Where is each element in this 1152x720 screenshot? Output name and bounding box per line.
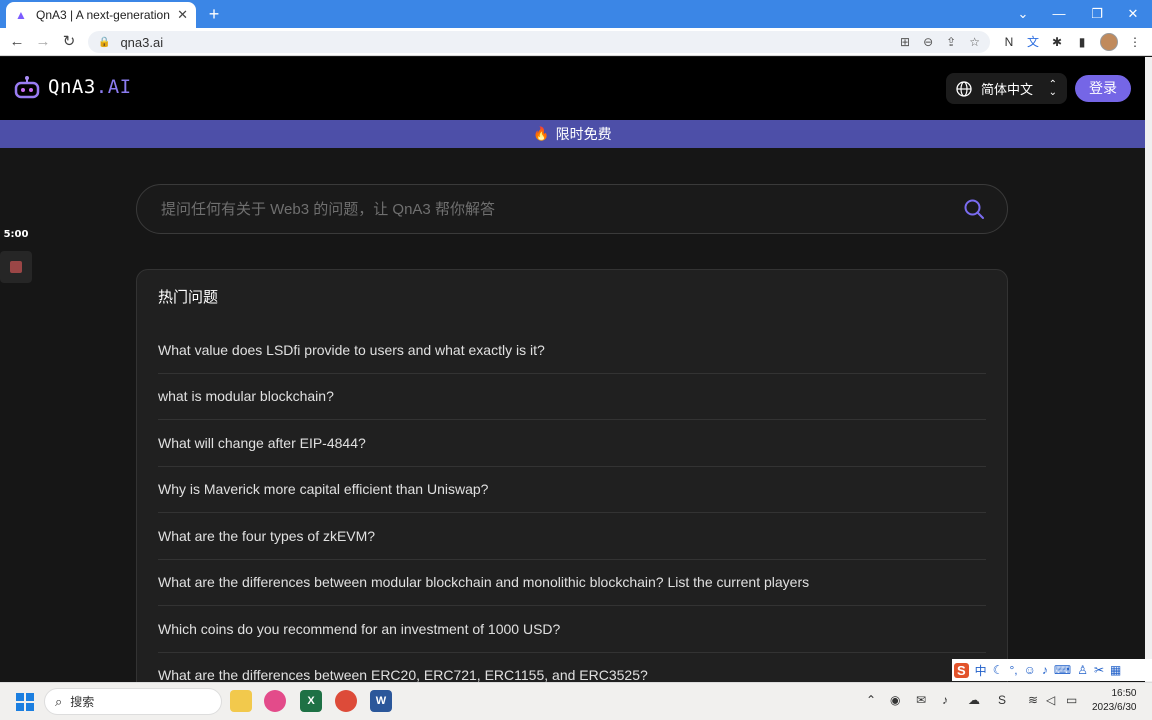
ime-toolbar: S 中 ☾ °, ☺ ♪ ⌨ ♙ ✂ ▦ [952,659,1152,681]
zoom-icon[interactable]: ⊖ [923,35,933,49]
word-icon[interactable]: W [370,690,392,712]
question-item[interactable]: What will change after EIP-4844? [158,420,986,467]
question-item[interactable]: What are the differences between ERC20, … [158,653,986,682]
bookmark-star-icon[interactable]: ☆ [969,35,980,49]
close-window-button[interactable]: ✕ [1114,0,1152,28]
browser-tab[interactable]: ▲ QnA3 | A next-generation data ✕ [6,2,196,28]
promo-banner: 🔥 限时免费 [0,120,1145,148]
keyboard-icon[interactable]: ⌨ [1054,663,1071,677]
share-icon[interactable]: ⇪ [946,35,956,49]
volume-icon[interactable]: ◁ [1046,693,1055,707]
stop-icon [10,261,22,273]
microphone-icon[interactable]: ♪ [1042,663,1048,677]
profile-avatar[interactable] [1100,33,1118,51]
url-text: qna3.ai [120,34,164,50]
sogou-tray-icon[interactable]: S [998,693,1006,707]
tab-search-icon[interactable]: ⌄ [1004,0,1042,28]
question-item[interactable]: Which coins do you recommend for an inve… [158,606,986,653]
question-search-input[interactable] [159,199,963,219]
search-icon[interactable] [963,198,985,220]
language-label: 简体中文 [981,82,1034,97]
question-item[interactable]: What value does LSDfi provide to users a… [158,327,986,374]
browser-toolbar: ← → ↻ 🔒 qna3.ai ⊞ ⊖ ⇪ ☆ N 文 ✱ ▮ ⋮ [0,28,1152,56]
question-item[interactable]: What are the differences between modular… [158,560,986,606]
skin-icon[interactable]: ✂ [1094,663,1104,677]
wechat-icon[interactable]: ✉ [916,693,926,707]
language-select[interactable]: 简体中文 ⌃ ⌄ [946,73,1067,104]
site-header: QnA3.AI 简体中文 ⌃ ⌄ 登录 [0,57,1145,120]
excel-icon[interactable]: X [300,690,322,712]
sogou-ime-icon[interactable]: S [954,662,969,678]
back-icon[interactable]: ← [7,32,27,52]
onedrive-icon[interactable]: ☁ [968,693,980,707]
hot-questions-title: 热门问题 [158,289,219,306]
grid-icon[interactable]: ▦ [1110,663,1121,677]
side-panel-icon[interactable]: ▮ [1073,33,1091,51]
magnifier-icon: ⌕ [55,693,63,709]
site-favicon-icon: ▲ [15,8,27,22]
question-item[interactable]: What are the four types of zkEVM? [158,513,986,560]
steam-icon[interactable]: ◉ [890,693,900,707]
menu-kebab-icon[interactable]: ⋮ [1126,33,1144,51]
clock-date: 2023/6/30 [1092,702,1137,713]
stop-recording-button[interactable] [0,251,32,283]
wifi-icon[interactable]: ≋ [1028,693,1038,707]
punctuation-icon[interactable]: °, [1009,663,1017,677]
hot-questions-panel: 热门问题 What value does LSDfi provide to us… [136,269,1008,682]
moon-icon[interactable]: ☾ [993,663,1004,677]
new-tab-button[interactable]: + [204,4,224,24]
ime-language-toggle[interactable]: 中 [975,662,987,679]
battery-icon[interactable]: ▭ [1066,693,1077,707]
minimize-button[interactable]: — [1040,0,1078,28]
taskbar-search-label: 搜索 [70,695,95,709]
login-button[interactable]: 登录 [1075,75,1131,102]
search-box [136,184,1008,234]
windows-start-icon[interactable] [16,693,34,711]
main-content: 热门问题 What value does LSDfi provide to us… [0,148,1145,682]
chrome-icon[interactable] [335,690,357,712]
windows-taskbar: ⌕ 搜索 X W ⌃ ◉ ✉ ♪ ☁ S ≋ ◁ ▭ 16:50 2023/6/… [0,682,1152,720]
clock-time: 16:50 [1111,688,1137,699]
tray-mic-icon[interactable]: ♪ [942,693,948,707]
system-clock[interactable]: 16:50 2023/6/30 [1092,687,1137,715]
taskbar-search[interactable]: ⌕ 搜索 [44,688,222,715]
file-explorer-icon[interactable] [230,690,252,712]
close-tab-icon[interactable]: ✕ [177,7,188,23]
tab-title: QnA3 | A next-generation data [36,8,171,22]
tray-chevron-up-icon[interactable]: ⌃ [866,693,876,707]
promo-text: 限时免费 [555,126,612,142]
translate-icon[interactable]: ⊞ [900,35,910,49]
updown-chevron-icon: ⌃ ⌄ [1048,78,1057,98]
question-item[interactable]: Why is Maverick more capital efficient t… [158,467,986,513]
recording-timer: 5:00 [3,229,29,240]
globe-icon [956,80,972,97]
logo[interactable]: QnA3.AI [14,75,132,99]
page-scrollbar[interactable] [1145,57,1152,682]
notion-extension-icon[interactable]: N [1000,33,1018,51]
emoji-icon[interactable]: ☺ [1024,663,1036,677]
lock-icon[interactable]: 🔒 [98,37,110,48]
reload-icon[interactable]: ↻ [59,32,79,52]
forward-icon[interactable]: → [33,32,53,52]
translate-extension-icon[interactable]: 文 [1024,33,1042,51]
address-bar[interactable]: 🔒 qna3.ai ⊞ ⊖ ⇪ ☆ [88,31,990,53]
fire-icon: 🔥 [533,126,550,141]
restore-button[interactable]: ❐ [1078,0,1116,28]
user-icon[interactable]: ♙ [1077,663,1088,677]
robot-logo-icon [14,76,40,99]
app-icon[interactable] [264,690,286,712]
logo-text: QnA3.AI [48,76,132,98]
browser-tab-strip: ▲ QnA3 | A next-generation data ✕ + ⌄ — … [0,0,1152,28]
extensions-puzzle-icon[interactable]: ✱ [1048,33,1066,51]
question-item[interactable]: what is modular blockchain? [158,374,986,420]
